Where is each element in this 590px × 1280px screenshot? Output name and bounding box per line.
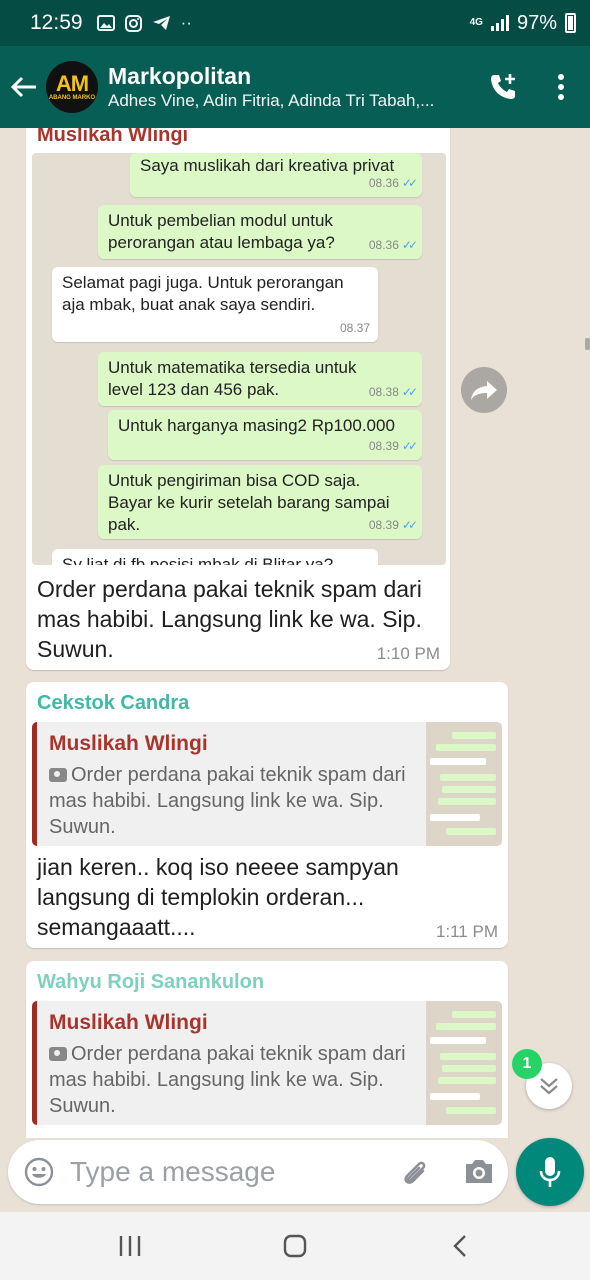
image-bubble: Saya muslikah dari kreativa privat 08.36 ✓… <box>130 153 422 197</box>
image-bubble-time: 08.36 <box>368 238 399 252</box>
status-bar: 12:59 ·· 4G 97% <box>0 0 590 46</box>
avatar-logo-subtext: ABANG MARKO <box>48 95 96 101</box>
image-bubble-time: 08.39 <box>368 518 399 532</box>
message-text: jian keren.. koq iso neeee sampyan langs… <box>37 854 399 940</box>
message-input[interactable] <box>70 1156 370 1188</box>
image-bubble-text: Untuk matematika tersedia untuk level 12… <box>108 358 357 399</box>
group-info[interactable]: Markopolitan Adhes Vine, Adin Fitria, Ad… <box>108 62 474 112</box>
quoted-message[interactable]: Muslikah Wlingi Order perdana pakai tekn… <box>32 722 502 846</box>
group-avatar[interactable]: AM ABANG MARKO <box>46 61 98 113</box>
system-nav-bar <box>0 1212 590 1280</box>
notification-icons: ·· <box>96 13 192 33</box>
chevron-left-icon <box>453 1235 466 1257</box>
image-bubble-time: 08.37 <box>339 321 370 335</box>
image-bubble: Untuk pengiriman bisa COD saja. Bayar ke… <box>98 465 422 539</box>
emoji-button[interactable] <box>8 1157 70 1187</box>
image-bubble: Selamat pagi juga. Untuk perorangan aja … <box>52 267 378 342</box>
instagram-icon <box>124 14 142 32</box>
menu-button[interactable] <box>532 46 590 128</box>
avatar-logo-text: AM <box>55 71 89 96</box>
image-bubble: Untuk harganya masing2 Rp100.000 08.39 ✓✓ <box>108 410 422 460</box>
message-bubble[interactable]: Muslikah Wlingi Saya muslikah dari kreat… <box>26 128 450 670</box>
message-sender: Cekstok Candra <box>37 692 190 714</box>
camera-icon <box>49 1047 67 1061</box>
home-button[interactable] <box>275 1230 315 1262</box>
battery-icon <box>565 13 576 33</box>
more-notifications-icon: ·· <box>180 13 192 32</box>
group-name: Markopolitan <box>108 63 252 89</box>
camera-icon <box>49 768 67 782</box>
more-vertical-icon <box>558 74 564 100</box>
message-bubble[interactable]: Wahyu Roji Sanankulon Muslikah Wlingi Or… <box>26 961 508 1138</box>
quoted-text-wrap: Order perdana pakai teknik spam dari mas… <box>49 1041 419 1119</box>
compose-bar <box>8 1140 508 1204</box>
signal-icon <box>490 15 509 31</box>
image-bubble: Sy liat di fb posisi mbak di Blitar ya? <box>52 549 378 565</box>
double-chevron-down-icon <box>540 1078 558 1095</box>
battery-percent: 97% <box>516 11 557 34</box>
image-bubble-time: 08.38 <box>368 385 399 399</box>
paperclip-icon <box>404 1161 426 1184</box>
recent-apps-button[interactable] <box>110 1230 150 1262</box>
quoted-image-thumbnail <box>426 1001 502 1125</box>
image-bubble-time: 08.36 <box>368 176 399 190</box>
recent-apps-icon <box>119 1236 141 1256</box>
message-image[interactable]: Saya muslikah dari kreativa privat 08.36 ✓… <box>32 153 446 565</box>
quoted-sender: Muslikah Wlingi <box>49 732 208 755</box>
microphone-icon <box>539 1157 561 1187</box>
forward-button[interactable] <box>461 367 507 413</box>
read-ticks-icon: ✓✓ <box>401 385 418 399</box>
read-ticks-icon: ✓✓ <box>401 518 418 532</box>
image-bubble-text: Untuk pembelian modul untuk perorangan a… <box>108 211 335 252</box>
camera-button[interactable] <box>463 1156 495 1191</box>
add-call-button[interactable] <box>474 46 532 128</box>
gallery-icon <box>96 15 115 31</box>
read-ticks-icon: ✓✓ <box>401 176 418 190</box>
image-bubble-text: Untuk pengiriman bisa COD saja. Bayar ke… <box>108 471 390 534</box>
message-sender: Wahyu Roji Sanankulon <box>37 971 265 993</box>
message-time: 1:10 PM <box>376 644 440 663</box>
group-members: Adhes Vine, Adin Fitria, Adinda Tri Taba… <box>108 91 435 110</box>
quoted-sender: Muslikah Wlingi <box>49 1011 208 1034</box>
image-bubble: Untuk matematika tersedia untuk level 12… <box>98 352 422 406</box>
chat-messages[interactable]: Muslikah Wlingi Saya muslikah dari kreat… <box>0 128 590 1138</box>
quoted-text: Order perdana pakai teknik spam dari mas… <box>49 1043 406 1117</box>
quoted-image-thumbnail <box>426 722 502 846</box>
unread-count-badge: 1 <box>512 1049 542 1079</box>
image-bubble-text: Saya muslikah dari kreativa privat <box>140 156 395 175</box>
image-bubble-text: Sy liat di fb posisi mbak di Blitar ya? <box>62 555 334 565</box>
image-bubble: Untuk pembelian modul untuk perorangan a… <box>98 205 422 259</box>
scrollbar-thumb[interactable] <box>585 338 590 350</box>
emoji-icon <box>24 1157 54 1187</box>
message-time: 1:11 PM <box>435 922 498 941</box>
message-bubble[interactable]: Cekstok Candra Muslikah Wlingi Order per… <box>26 682 508 948</box>
back-button[interactable] <box>2 46 46 128</box>
back-nav-button[interactable] <box>440 1230 480 1262</box>
voice-message-button[interactable] <box>516 1138 584 1206</box>
quoted-message[interactable]: Muslikah Wlingi Order perdana pakai tekn… <box>32 1001 502 1125</box>
image-bubble-text: Untuk harganya masing2 Rp100.000 <box>118 416 395 435</box>
read-ticks-icon: ✓✓ <box>401 439 418 453</box>
camera-icon <box>466 1160 492 1183</box>
home-icon <box>283 1234 307 1258</box>
phone-plus-icon <box>491 74 515 99</box>
quoted-text-wrap: Order perdana pakai teknik spam dari mas… <box>49 762 419 840</box>
arrow-left-icon <box>11 76 36 98</box>
quoted-text: Order perdana pakai teknik spam dari mas… <box>49 764 406 838</box>
chat-header: AM ABANG MARKO Markopolitan Adhes Vine, … <box>0 46 590 128</box>
message-sender: Muslikah Wlingi <box>37 128 189 146</box>
image-bubble-text: Selamat pagi juga. Untuk perorangan aja … <box>62 273 344 314</box>
status-time: 12:59 <box>30 11 83 34</box>
image-bubble-time: 08.39 <box>368 439 399 453</box>
forward-arrow-icon <box>471 381 497 400</box>
attach-button[interactable] <box>398 1154 432 1193</box>
network-type-icon: 4G <box>469 17 483 28</box>
read-ticks-icon: ✓✓ <box>401 238 418 252</box>
telegram-icon <box>152 16 170 30</box>
